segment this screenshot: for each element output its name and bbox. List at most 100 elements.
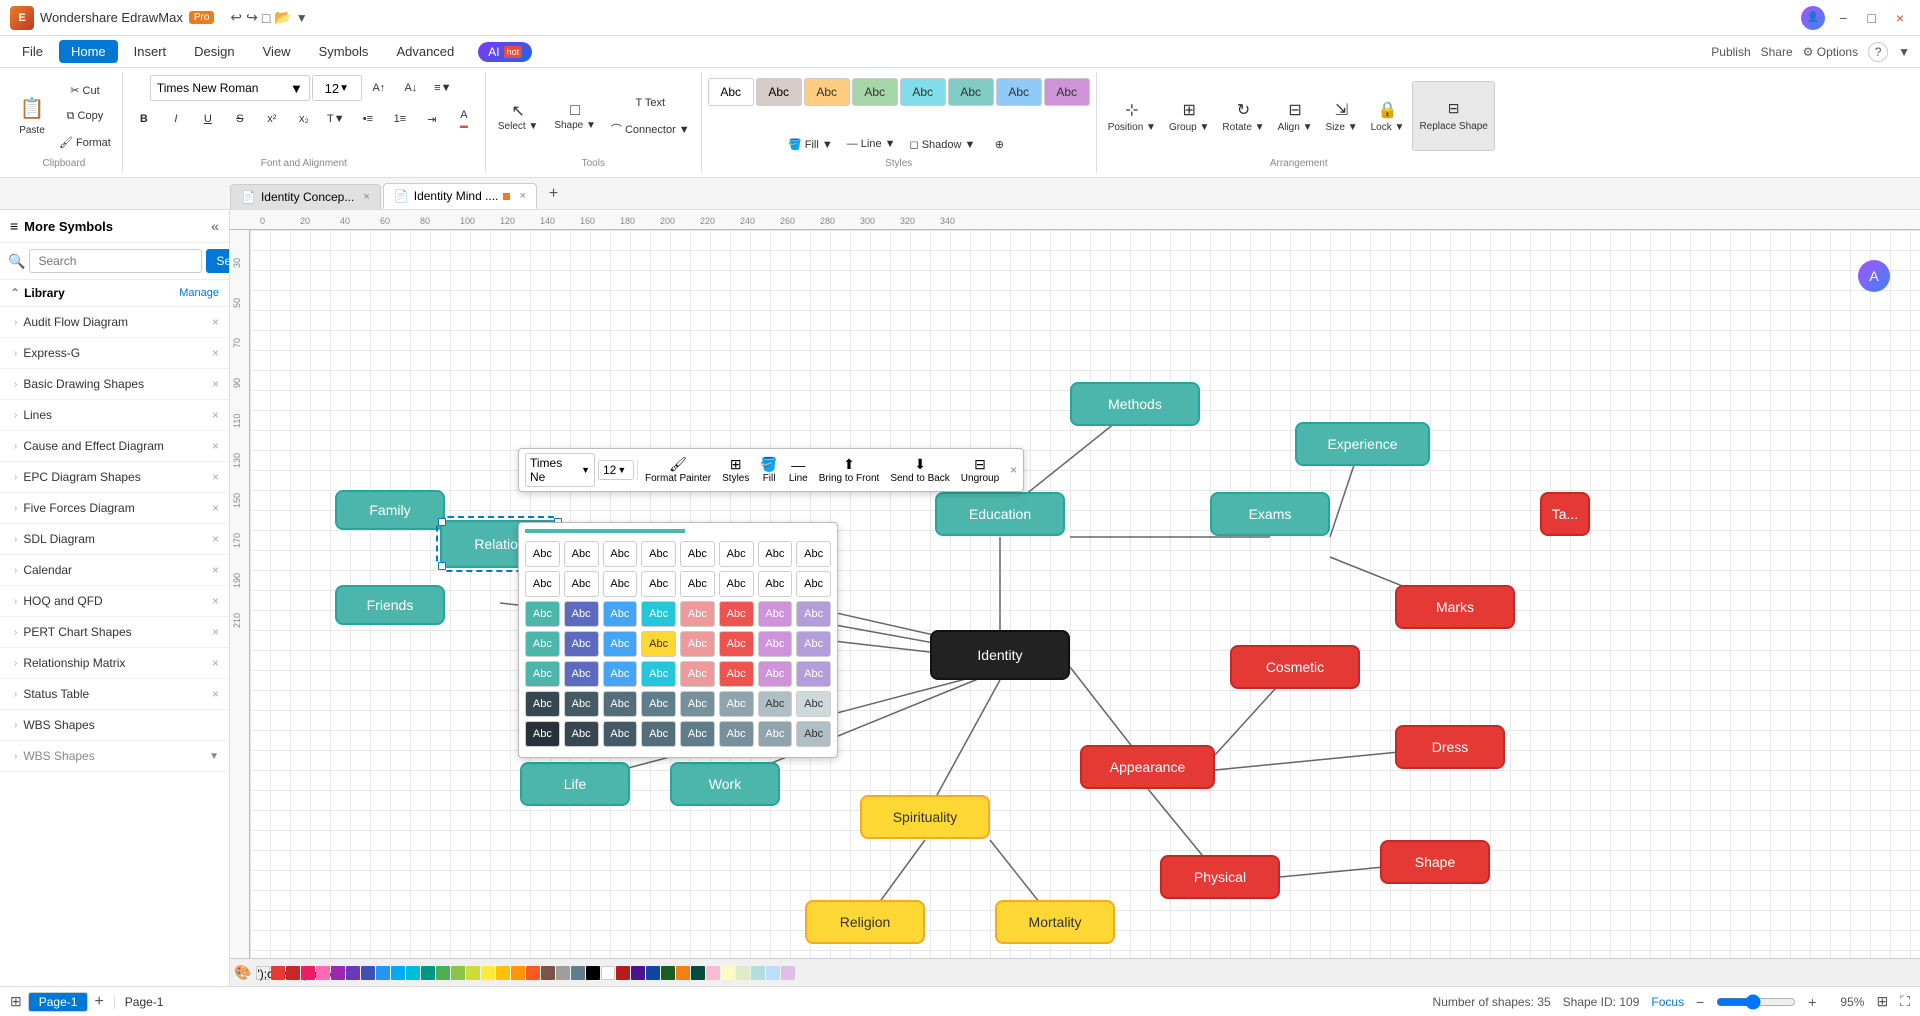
sidebar-item-relationship[interactable]: › Relationship Matrix × — [0, 648, 229, 679]
help-btn[interactable]: ? — [1868, 42, 1888, 62]
add-page-btn[interactable]: + — [94, 993, 103, 1011]
ft-line[interactable]: — Line — [785, 455, 812, 486]
color-transparent[interactable]: ');cursor:pointer;"> — [256, 966, 270, 980]
style-box-3-1[interactable]: Abc — [525, 601, 560, 627]
style-box-4-4[interactable]: Abc — [641, 631, 676, 657]
underline-btn[interactable]: U — [193, 105, 223, 133]
style-box-2-5[interactable]: Abc — [680, 571, 715, 597]
node-dress[interactable]: Dress — [1395, 725, 1505, 769]
style-box-5-1[interactable]: Abc — [525, 661, 560, 687]
menu-home[interactable]: Home — [59, 40, 118, 63]
sidebar-item-calendar[interactable]: › Calendar × — [0, 555, 229, 586]
ft-fill[interactable]: 🪣 Fill — [756, 454, 781, 486]
maximize-btn[interactable]: □ — [1861, 10, 1881, 26]
format-painter-btn[interactable]: 🖌 Format — [54, 130, 116, 154]
style-box-7-2[interactable]: Abc — [564, 721, 599, 747]
color-b3[interactable] — [646, 966, 660, 980]
style-box-7-7[interactable]: Abc — [758, 721, 793, 747]
style-box-4-7[interactable]: Abc — [758, 631, 793, 657]
color-indigo[interactable] — [361, 966, 375, 980]
sidebar-item-hoq[interactable]: › HOQ and QFD × — [0, 586, 229, 617]
tab-close-2[interactable]: × — [519, 190, 525, 202]
style-box-2-3[interactable]: Abc — [603, 571, 638, 597]
fill-btn[interactable]: 🪣 Fill ▼ — [783, 130, 838, 158]
save-btn[interactable]: □ — [262, 10, 270, 26]
sidebar-item-pert[interactable]: › PERT Chart Shapes × — [0, 617, 229, 648]
increase-font-btn[interactable]: A↑ — [364, 74, 394, 102]
ft-send-back[interactable]: ⬇ Send to Back — [886, 454, 953, 486]
style-box-4-5[interactable]: Abc — [680, 631, 715, 657]
style-box-5-4[interactable]: Abc — [641, 661, 676, 687]
abc-style-4[interactable]: Abc — [852, 78, 898, 106]
search-input[interactable] — [29, 249, 202, 273]
ai-button[interactable]: AI hot — [478, 42, 532, 62]
style-box-3-7[interactable]: Abc — [758, 601, 793, 627]
canvas-area[interactable]: 0 20 40 60 80 100 120 140 160 180 200 22… — [230, 210, 1920, 986]
style-box-6-2[interactable]: Abc — [564, 691, 599, 717]
color-black[interactable] — [586, 966, 600, 980]
page-tab-1[interactable]: Page-1 — [28, 992, 89, 1012]
font-selector[interactable]: Times New Roman ▼ — [150, 75, 310, 101]
color-lime[interactable] — [466, 966, 480, 980]
superscript-btn[interactable]: x² — [257, 105, 287, 133]
style-box-5-5[interactable]: Abc — [680, 661, 715, 687]
style-box-3-4[interactable]: Abc — [641, 601, 676, 627]
abc-style-1[interactable]: Abc — [708, 78, 754, 106]
close-icon[interactable]: × — [212, 563, 219, 577]
close-icon[interactable]: × — [212, 532, 219, 546]
user-avatar[interactable]: 👤 — [1801, 6, 1825, 30]
style-box-7-5[interactable]: Abc — [680, 721, 715, 747]
copy-btn[interactable]: ⧉ Copy — [54, 104, 116, 128]
menu-insert[interactable]: Insert — [122, 40, 179, 63]
sidebar-item-lines[interactable]: › Lines × — [0, 400, 229, 431]
fit-page-btn[interactable]: ⊞ — [1876, 993, 1888, 1010]
menu-view[interactable]: View — [251, 40, 303, 63]
abc-style-3[interactable]: Abc — [804, 78, 850, 106]
close-btn[interactable]: × — [1890, 10, 1910, 26]
node-spirituality[interactable]: Spirituality — [860, 795, 990, 839]
style-box-1-7[interactable]: Abc — [758, 541, 793, 567]
undo-btn[interactable]: ↩ — [230, 9, 242, 26]
replace-shape-btn[interactable]: ⊟ Replace Shape — [1412, 81, 1494, 151]
color-pink[interactable] — [301, 966, 315, 980]
color-lg[interactable] — [736, 966, 750, 980]
shadow-btn[interactable]: ◻ Shadow ▼ — [905, 130, 981, 158]
style-box-5-6[interactable]: Abc — [719, 661, 754, 687]
align-btn[interactable]: ≡▼ — [428, 74, 458, 102]
color-lblue[interactable] — [391, 966, 405, 980]
sidebar-item-fiveforces[interactable]: › Five Forces Diagram × — [0, 493, 229, 524]
node-methods[interactable]: Methods — [1070, 382, 1200, 426]
abc-style-6[interactable]: Abc — [948, 78, 994, 106]
style-box-3-8[interactable]: Abc — [796, 601, 831, 627]
close-icon[interactable]: × — [212, 439, 219, 453]
color-ly[interactable] — [721, 966, 735, 980]
sidebar-item-basic[interactable]: › Basic Drawing Shapes × — [0, 369, 229, 400]
color-bgray[interactable] — [571, 966, 585, 980]
ft-size-selector[interactable]: 12 ▼ — [598, 460, 634, 480]
style-box-2-8[interactable]: Abc — [796, 571, 831, 597]
lock-btn[interactable]: 🔒 Lock ▼ — [1366, 97, 1410, 136]
color-red2[interactable] — [286, 966, 300, 980]
close-icon[interactable]: × — [212, 594, 219, 608]
style-box-5-3[interactable]: Abc — [603, 661, 638, 687]
close-icon[interactable]: × — [212, 408, 219, 422]
sidebar-collapse-btn[interactable]: « — [211, 218, 219, 234]
style-box-4-6[interactable]: Abc — [719, 631, 754, 657]
color-dorange[interactable] — [526, 966, 540, 980]
close-icon[interactable]: × — [212, 315, 219, 329]
sidebar-item-sdl[interactable]: › SDL Diagram × — [0, 524, 229, 555]
color-picker-icon[interactable]: 🎨 — [234, 964, 251, 981]
style-box-6-7[interactable]: Abc — [758, 691, 793, 717]
sidebar-item-epc[interactable]: › EPC Diagram Shapes × — [0, 462, 229, 493]
style-box-2-2[interactable]: Abc — [564, 571, 599, 597]
style-box-1-1[interactable]: Abc — [525, 541, 560, 567]
manage-btn[interactable]: Manage — [179, 287, 219, 299]
ft-bring-front[interactable]: ⬆ Bring to Front — [815, 454, 884, 486]
node-education[interactable]: Education — [935, 492, 1065, 536]
color-cyan[interactable] — [406, 966, 420, 980]
canvas[interactable]: Identity Family Relation Friends Life — [250, 230, 1920, 986]
subscript-btn[interactable]: x₂ — [289, 105, 319, 133]
color-g3[interactable] — [661, 966, 675, 980]
style-box-7-4[interactable]: Abc — [641, 721, 676, 747]
menu-advanced[interactable]: Advanced — [384, 40, 466, 63]
